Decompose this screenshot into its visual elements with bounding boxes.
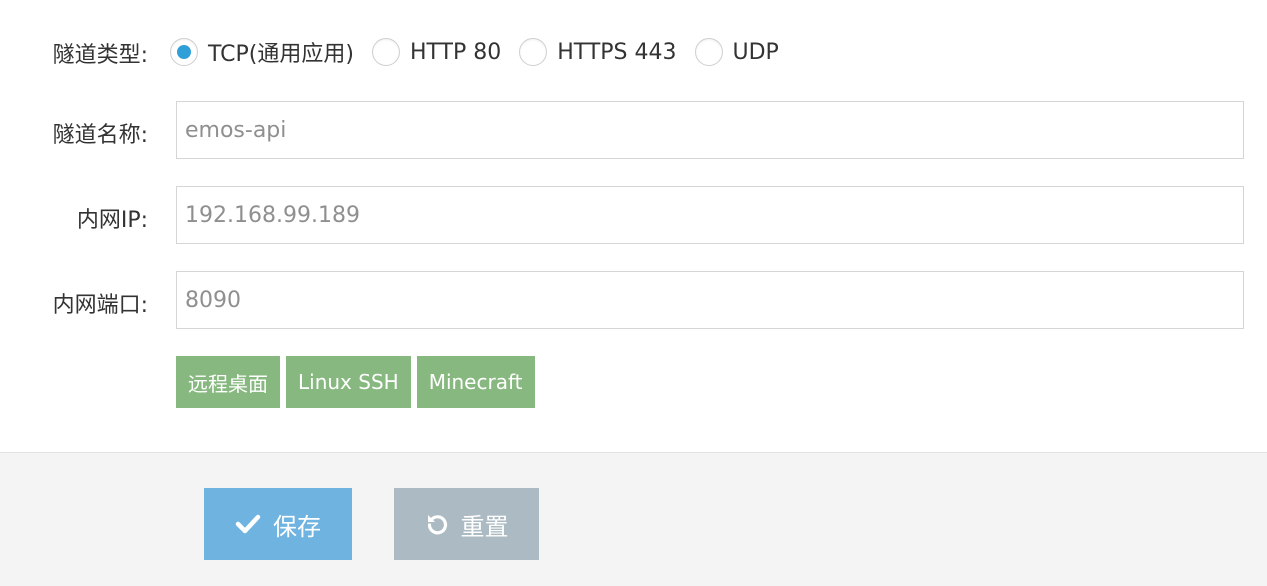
form-actions: 保存 重置 — [0, 452, 1267, 586]
radio-http[interactable]: HTTP 80 — [371, 38, 501, 66]
local-ip-row: 内网IP: — [0, 186, 1267, 244]
local-port-label: 内网端口: — [52, 293, 148, 318]
reset-button[interactable]: 重置 — [394, 488, 539, 560]
radio-https-circle[interactable] — [519, 38, 548, 66]
tunnel-name-input[interactable] — [176, 101, 1244, 159]
save-button[interactable]: 保存 — [204, 488, 352, 560]
undo-icon — [425, 512, 449, 536]
preset-minecraft-button[interactable]: Minecraft — [416, 356, 535, 408]
preset-linux-ssh-button[interactable]: Linux SSH — [286, 356, 411, 408]
check-icon — [235, 513, 261, 535]
radio-tcp-label[interactable]: TCP(通用应用) — [208, 36, 354, 68]
radio-udp[interactable]: UDP — [694, 38, 779, 66]
tunnel-type-radio-group: TCP(通用应用) HTTP 80 HTTPS 443 UDP — [170, 34, 797, 70]
local-port-row: 内网端口: — [0, 271, 1267, 329]
radio-tcp[interactable]: TCP(通用应用) — [170, 36, 354, 68]
port-presets: 远程桌面 Linux SSH Minecraft — [176, 356, 541, 408]
reset-button-label: 重置 — [460, 512, 509, 541]
radio-https[interactable]: HTTPS 443 — [519, 38, 677, 66]
radio-udp-label[interactable]: UDP — [733, 40, 779, 65]
radio-http-label[interactable]: HTTP 80 — [410, 40, 501, 65]
local-port-input[interactable] — [176, 271, 1244, 329]
radio-udp-circle[interactable] — [694, 38, 723, 66]
tunnel-form: 隧道类型: TCP(通用应用) HTTP 80 HTTPS 443 UDP 隧道… — [0, 0, 1267, 452]
preset-remote-desktop-button[interactable]: 远程桌面 — [176, 356, 280, 408]
tunnel-type-label: 隧道类型: — [52, 43, 148, 68]
tunnel-name-label: 隧道名称: — [52, 123, 148, 148]
local-ip-label: 内网IP: — [76, 208, 148, 233]
save-button-label: 保存 — [273, 512, 321, 541]
radio-http-circle[interactable] — [371, 38, 400, 66]
radio-https-label[interactable]: HTTPS 443 — [557, 40, 676, 65]
tunnel-type-row: 隧道类型: TCP(通用应用) HTTP 80 HTTPS 443 UDP — [0, 30, 1267, 74]
local-ip-input[interactable] — [176, 186, 1244, 244]
tunnel-name-row: 隧道名称: — [0, 101, 1267, 159]
radio-tcp-circle[interactable] — [170, 38, 198, 66]
